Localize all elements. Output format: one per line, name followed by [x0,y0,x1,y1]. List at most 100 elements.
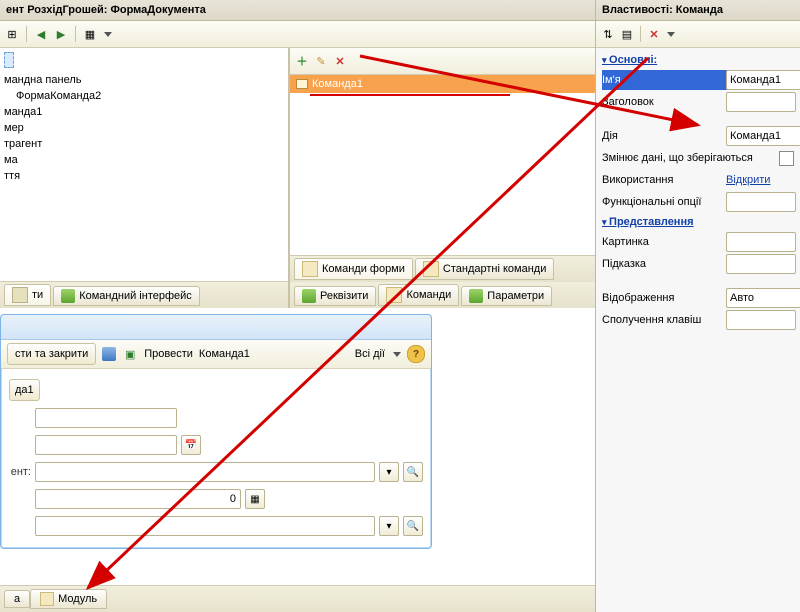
calendar-icon[interactable]: 📅 [181,435,201,455]
prop-title-row[interactable]: Заголовок [602,92,794,112]
tab-label: Параметри [487,290,544,302]
prop-shortcut-row[interactable]: Сполучення клавіш [602,310,794,330]
prop-funcopts-row[interactable]: Функціональні опції [602,192,794,212]
attributes-tabbar: Реквізити Команди Параметри [290,282,595,308]
properties-title: Властивості: Команда [596,0,800,21]
sort-icon[interactable]: ⇅ [600,26,616,42]
number-field[interactable]: 0 [35,489,241,509]
cmd1-button[interactable]: Команда1 [199,348,250,360]
tab-command-interface[interactable]: Командний інтерфейс [53,286,200,306]
prop-label: Підказка [602,258,722,270]
tree-item[interactable]: ФормаКоманда2 [4,88,284,104]
database-icon [61,289,75,303]
prop-label: Змінює дані, що зберігаються [602,152,775,164]
tab-parameters[interactable]: Параметри [461,286,552,306]
group-presentation[interactable]: Представлення [602,214,794,230]
prop-label: Ім'я [602,74,722,86]
clear-icon[interactable]: ✕ [646,26,662,42]
save-close-button[interactable]: сти та закрити [7,343,96,365]
commands-tabbar: Команди форми Стандартні команди [290,255,595,282]
tree-item[interactable]: мер [4,120,284,136]
tab-module[interactable]: Модуль [30,589,107,609]
main-toolbar: ⊞ ◀ ▶ ▦ [0,21,595,48]
checkbox[interactable] [779,151,794,166]
cmd-icon [423,261,439,277]
prop-name-row[interactable]: Ім'я Команда1 [602,70,794,90]
date-field[interactable] [35,435,177,455]
prop-shortcut-input[interactable] [726,310,796,330]
tab-attributes[interactable]: Реквізити [294,286,376,306]
tab-elements[interactable]: ти [4,284,51,306]
tab-form-commands[interactable]: Команди форми [294,258,413,280]
tab-commands[interactable]: Команди [378,284,459,306]
tree-item[interactable]: мандна панель [4,72,284,88]
all-actions-button[interactable]: Всі дії [355,348,385,360]
form-elements-tree[interactable]: мандна панель ФормаКоманда2 манда1 мер т… [0,48,288,281]
form-preview: сти та закрити ▣ Провести Команда1 Всі д… [0,314,432,549]
edit-icon[interactable]: ✎ [313,53,329,69]
conduct-icon[interactable]: ▣ [122,346,138,362]
field-label: ент: [9,466,31,478]
dropdown-icon[interactable]: ▾ [379,516,399,536]
prop-label: Картинка [602,236,722,248]
preview-titlebar [1,315,431,340]
command-item-selected[interactable]: Команда1 [290,75,595,93]
prop-hint-input[interactable] [726,254,796,274]
chevron-down-icon[interactable] [667,32,675,37]
prop-label: Заголовок [602,96,722,108]
prop-title-input[interactable] [726,92,796,112]
prop-changes-row[interactable]: Змінює дані, що зберігаються [602,148,794,168]
delete-icon[interactable]: ✕ [332,53,348,69]
tree-item[interactable]: ма [4,152,284,168]
tree-item[interactable]: ття [4,168,284,184]
tree-lower-tabbar: ти Командний інтерфейс [0,281,288,308]
prop-funcopts-input[interactable] [726,192,796,212]
conduct-label[interactable]: Провести [144,348,193,360]
dropdown-icon[interactable]: ▾ [379,462,399,482]
prop-hint-row[interactable]: Підказка [602,254,794,274]
chevron-down-icon[interactable] [393,352,401,357]
calc-icon[interactable]: ▦ [245,489,265,509]
nav-fwd-icon[interactable]: ▶ [53,26,69,42]
tree-item[interactable]: трагент [4,136,284,152]
save-icon[interactable] [102,347,116,361]
tab-label: Реквізити [320,290,368,302]
lookup-icon[interactable]: 🔍 [403,462,423,482]
tab-standard-commands[interactable]: Стандартні команди [415,258,554,280]
commands-toolbar: ＋ ✎ ✕ [290,48,595,75]
lookup-field[interactable] [35,516,375,536]
crumb-button[interactable]: да1 [9,379,40,401]
tree-root-icon [4,52,14,68]
input-field[interactable] [35,408,177,428]
tree-item[interactable]: манда1 [4,104,284,120]
database-icon [469,289,483,303]
prop-display-row[interactable]: Відображення Авто [602,288,794,308]
lookup-icon[interactable]: 🔍 [403,516,423,536]
prop-picture-input[interactable] [726,232,796,252]
table-icon[interactable]: ▦ [82,26,98,42]
window-title: ент РозхідГрошей: ФормаДокумента [0,0,595,21]
tab-label: Команди [406,289,451,301]
categorize-icon[interactable]: ▤ [619,26,635,42]
add-icon[interactable]: ＋ [294,53,310,69]
tab-label: Командний інтерфейс [79,290,192,302]
prop-name-input[interactable]: Команда1 [726,70,800,90]
prop-usage-row[interactable]: Використання Відкрити [602,170,794,190]
commands-list[interactable]: Команда1 [290,75,595,255]
expand-icon[interactable]: ⊞ [4,26,20,42]
command-icon [296,79,308,89]
prop-action-input[interactable]: Команда1 [726,126,800,146]
prop-display-input[interactable]: Авто [726,288,800,308]
usage-link[interactable]: Відкрити [726,174,770,186]
prop-action-row[interactable]: Дія Команда1 [602,126,794,146]
prop-picture-row[interactable]: Картинка [602,232,794,252]
help-icon[interactable]: ? [407,345,425,363]
tab-label: Модуль [58,593,97,605]
prop-label: Сполучення клавіш [602,314,722,326]
lookup-field[interactable] [35,462,375,482]
chevron-down-icon[interactable] [104,32,112,37]
properties-toolbar: ⇅ ▤ ✕ [596,21,800,48]
tab-form[interactable]: а [4,590,30,608]
nav-back-icon[interactable]: ◀ [33,26,49,42]
group-main[interactable]: Основні: [602,52,794,68]
